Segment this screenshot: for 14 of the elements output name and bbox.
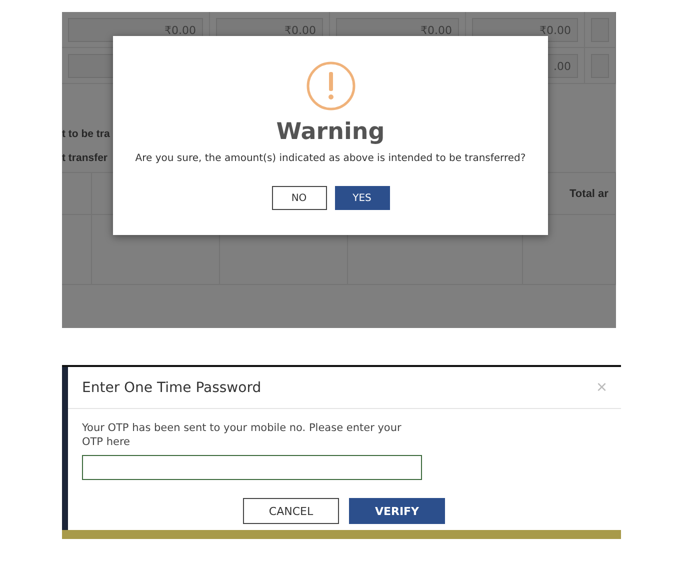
row-label: t transfer <box>62 152 108 164</box>
dialog-message: Your OTP has been sent to your mobile no. Please enter your OTP here <box>82 421 402 449</box>
dialog-message: Are you sure, the amount(s) indicated as above is intended to be transferred? <box>135 153 526 164</box>
row-label: t to be tra <box>62 128 110 140</box>
otp-input-field[interactable] <box>82 455 422 480</box>
dialog-title: Enter One Time Password <box>82 380 262 396</box>
warning-icon <box>306 61 356 111</box>
dialog-title: Warning <box>276 119 385 145</box>
verify-button[interactable]: VERIFY <box>349 498 445 524</box>
column-header: Total ar <box>570 188 608 200</box>
close-button[interactable]: × <box>596 377 607 398</box>
confirm-button[interactable]: YES <box>334 186 390 210</box>
cancel-button[interactable]: NO <box>272 186 326 210</box>
cancel-button[interactable]: CANCEL <box>243 498 339 524</box>
